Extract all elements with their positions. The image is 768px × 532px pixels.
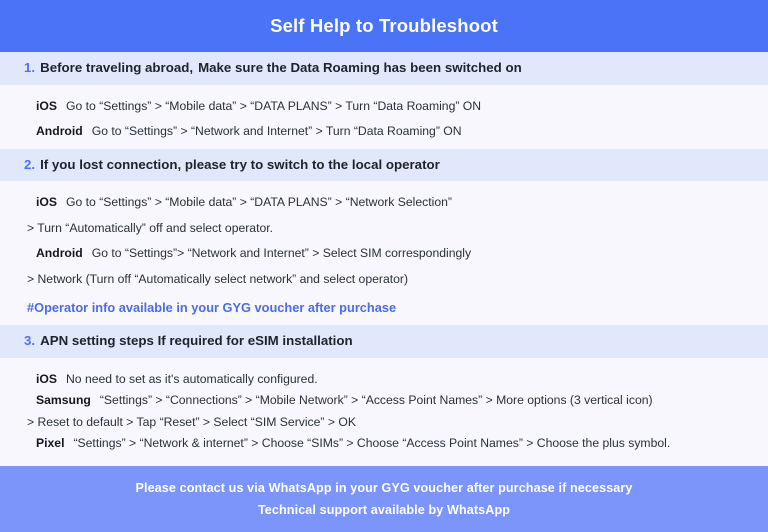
instruction-line: Android Go to “Settings”> “Network and In… xyxy=(36,245,768,261)
page-title: Self Help to Troubleshoot xyxy=(270,15,498,36)
section-title-rest-1: Make sure the Data Roaming has been swit… xyxy=(198,60,522,75)
page-header: Self Help to Troubleshoot xyxy=(0,0,768,52)
section-number-2: 2. xyxy=(24,156,36,172)
platform-label: iOS xyxy=(36,371,57,386)
footer-contact-line: Please contact us via WhatsApp in your G… xyxy=(135,480,633,495)
platform-label: Android xyxy=(36,124,83,139)
instruction-line: iOS Go to “Settings” > “Mobile data” > “D… xyxy=(36,194,768,210)
instruction-text: “Settings” > “Connections” > “Mobile Net… xyxy=(99,393,653,408)
instruction-text: Go to “Settings”> “Network and Internet”… xyxy=(91,246,472,261)
page-footer: Please contact us via WhatsApp in your G… xyxy=(0,465,768,532)
instruction-text: “Settings” > “Network & internet” > Choo… xyxy=(73,436,671,451)
instruction-text: > Reset to default > Tap “Reset” > Selec… xyxy=(27,414,356,429)
platform-label: iOS xyxy=(36,195,57,210)
section-title-lead-2: If you lost connection, please try to sw… xyxy=(40,156,440,172)
troubleshoot-page: Self Help to Troubleshoot 1. Before trav… xyxy=(0,0,768,532)
instruction-line: Pixel “Settings” > “Network & internet” >… xyxy=(36,435,768,451)
section-body-1: iOS Go to “Settings” > “Mobile data” > “D… xyxy=(0,84,768,149)
section-body-2: iOS Go to “Settings” > “Mobile data” > “D… xyxy=(0,181,768,326)
instruction-line: iOS No need to set as it's automatically … xyxy=(36,371,768,387)
section-body-3: iOS No need to set as it's automatically … xyxy=(0,357,768,466)
instruction-text: > Network (Turn off “Automatically selec… xyxy=(27,271,409,286)
section-header-1: 1. Before traveling abroad, Make sure th… xyxy=(0,52,768,85)
operator-info-note: #Operator info available in your GYG vou… xyxy=(27,300,397,316)
instruction-line: Samsung “Settings” > “Connections” > “Mob… xyxy=(36,392,768,408)
page-content: 1. Before traveling abroad, Make sure th… xyxy=(0,52,768,466)
footer-support-line: Technical support available by WhatsApp xyxy=(257,502,511,517)
instruction-text: Go to “Settings” > “Mobile data” > “DATA… xyxy=(66,195,452,210)
instruction-line: Android Go to “Settings” > “Network and I… xyxy=(36,123,768,139)
instruction-line-continuation: > Network (Turn off “Automatically selec… xyxy=(27,271,768,287)
instruction-text: No need to set as it's automatically con… xyxy=(66,371,318,386)
instruction-text: > Turn “Automatically” off and select op… xyxy=(27,220,274,235)
instruction-text: Go to “Settings” > “Mobile data” > “DATA… xyxy=(66,98,482,113)
section-title-lead-3: APN setting steps If required for eSIM i… xyxy=(40,333,353,349)
platform-label: Pixel xyxy=(36,436,65,451)
section-header-2: 2. If you lost connection, please try to… xyxy=(0,148,768,182)
instruction-line-continuation: > Turn “Automatically” off and select op… xyxy=(27,220,768,236)
section-number-1: 1. xyxy=(24,60,36,75)
instruction-line-continuation: > Reset to default > Tap “Reset” > Selec… xyxy=(27,414,768,430)
section-title-lead-1: Before traveling abroad, xyxy=(40,60,194,75)
platform-label: Samsung xyxy=(36,393,91,408)
section-header-3: 3. APN setting steps If required for eSI… xyxy=(0,325,768,358)
section-number-3: 3. xyxy=(24,333,36,349)
instruction-text: Go to “Settings” > “Network and Internet… xyxy=(91,124,462,139)
platform-label: Android xyxy=(36,246,83,261)
instruction-line: iOS Go to “Settings” > “Mobile data” > “D… xyxy=(36,98,768,114)
platform-label: iOS xyxy=(36,98,57,113)
